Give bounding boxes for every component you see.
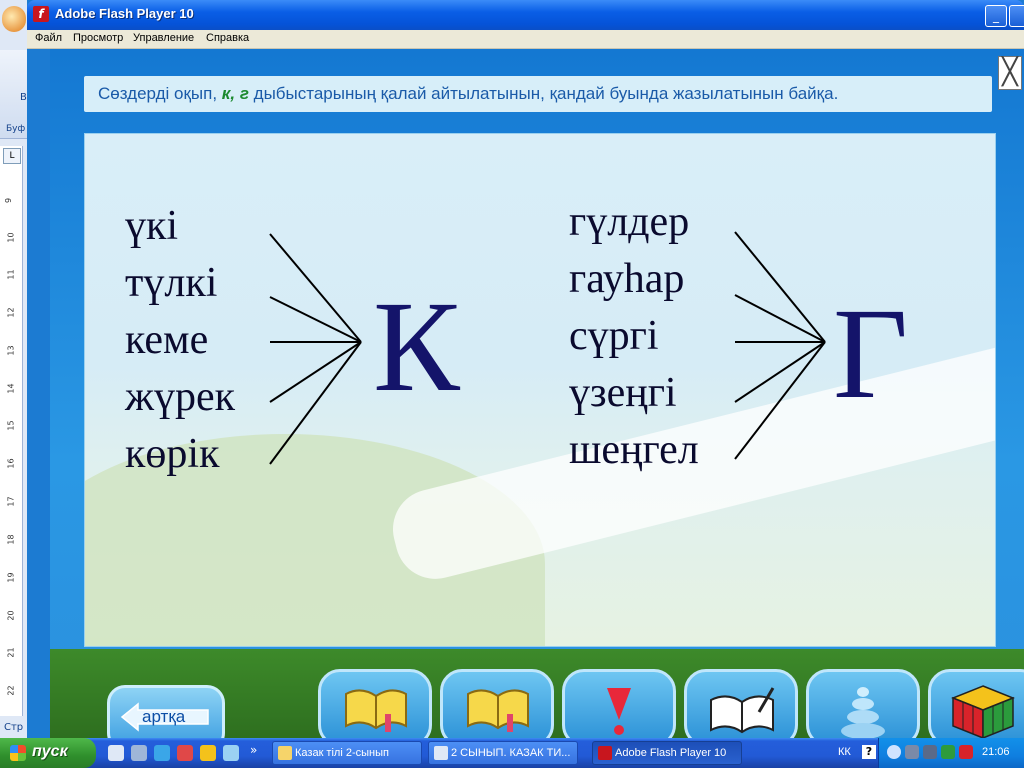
book-icon	[467, 689, 529, 732]
right-word: шеңгел	[569, 427, 699, 473]
menu-help[interactable]: Справка	[206, 32, 249, 44]
ruler-number: 10	[6, 232, 16, 243]
start-button[interactable]: пуск	[0, 738, 96, 768]
flash-stage: ╳ Сөздерді оқып, к, г дыбыстарының қалай…	[50, 49, 1024, 738]
tray-back-icon[interactable]	[887, 745, 901, 759]
quick-launch-icon[interactable]	[131, 745, 147, 761]
nav-button-book-2[interactable]	[440, 669, 554, 738]
volume-icon[interactable]	[923, 745, 937, 759]
ruler-number: 15	[6, 420, 16, 431]
window-title: Adobe Flash Player 10	[55, 6, 194, 21]
ruler-number: 18	[6, 534, 16, 545]
start-button-label: пуск	[32, 743, 68, 760]
word-panel: үкі түлкі кеме жүрек көрік К гүлдер гауһ…	[84, 133, 996, 647]
right-word: үзеңгі	[569, 370, 677, 416]
windows-logo-icon	[10, 745, 26, 761]
status-bar-text: Стр	[4, 722, 24, 733]
ruler-number: 17	[6, 496, 16, 507]
network-icon[interactable]	[905, 745, 919, 759]
nav-button-cube[interactable]	[928, 669, 1024, 738]
title-bar[interactable]: f Adobe Flash Player 10 _	[27, 0, 1024, 30]
media-player-icon[interactable]	[154, 745, 170, 761]
ruler-number: 11	[6, 269, 16, 280]
nav-button-pyramid[interactable]	[806, 669, 920, 738]
taskbar: пуск » Казак тілі 2-сынып 2 СЫНЫП. КАЗАК…	[0, 738, 1024, 768]
taskbar-item-label: 2 СЫНЫП. КАЗАК ТИ...	[451, 747, 571, 759]
instruction-text: Сөздерді оқып, к, г дыбыстарының қалай а…	[98, 84, 838, 104]
menu-file[interactable]: Файл	[35, 32, 62, 44]
browser-icon[interactable]	[177, 745, 193, 761]
right-big-letter: Г	[833, 282, 909, 426]
antivirus-icon[interactable]	[959, 745, 973, 759]
quick-launch-icon[interactable]	[223, 745, 239, 761]
nav-button-attention[interactable]	[562, 669, 676, 738]
left-big-letter: К	[373, 275, 460, 419]
tab-selector-icon[interactable]: L	[3, 148, 21, 164]
office-button-icon[interactable]	[2, 6, 26, 32]
flash-player-window: f Adobe Flash Player 10 _ Файл Просмотр …	[27, 0, 1024, 738]
book-icon	[345, 689, 407, 732]
instruction-suffix: дыбыстарының қалай айтылатынын, қандай б…	[248, 84, 839, 103]
exclamation-icon	[607, 688, 631, 735]
back-button[interactable]: артқа	[107, 685, 225, 738]
taskbar-item-word[interactable]: 2 СЫНЫП. КАЗАК ТИ...	[428, 741, 578, 765]
security-icon[interactable]	[941, 745, 955, 759]
flash-app-icon[interactable]: f	[33, 6, 49, 22]
menu-view[interactable]: Просмотр	[73, 32, 123, 44]
taskbar-item-folder[interactable]: Казак тілі 2-сынып	[272, 741, 422, 765]
ruler-number: 19	[6, 572, 16, 583]
show-desktop-icon[interactable]	[108, 745, 124, 761]
minimize-button[interactable]: _	[985, 5, 1007, 27]
clock: 21:06	[982, 746, 1010, 758]
right-word: гүлдер	[569, 199, 690, 245]
instruction-prefix: Сөздерді оқып,	[98, 84, 222, 103]
right-word: сүргі	[569, 313, 659, 359]
pyramid-icon	[841, 687, 885, 738]
taskbar-item-label: Adobe Flash Player 10	[615, 747, 727, 759]
nav-button-book-1[interactable]	[318, 669, 432, 738]
menu-control[interactable]: Управление	[133, 32, 194, 44]
help-icon[interactable]: ?	[862, 745, 876, 759]
right-word: гауһар	[569, 256, 685, 302]
rubik-cube-icon	[951, 685, 1015, 738]
ruler-number: 14	[6, 383, 16, 394]
quick-launch-more-icon[interactable]: »	[250, 743, 257, 757]
ruler-number: 20	[6, 610, 16, 621]
taskbar-item-label: Казак тілі 2-сынып	[295, 747, 389, 759]
ruler-number: 12	[6, 307, 16, 318]
maximize-button[interactable]	[1009, 5, 1024, 27]
language-indicator[interactable]: КК	[838, 746, 851, 758]
back-button-label: артқа	[142, 707, 186, 726]
ruler-number: 16	[6, 458, 16, 469]
ribbon-caption: Буф	[6, 124, 26, 134]
folder-icon	[278, 746, 292, 760]
ruler-number: 9	[4, 197, 14, 204]
flash-app-icon	[598, 746, 612, 760]
open-book-pen-icon	[710, 687, 775, 734]
quick-launch-icon[interactable]	[200, 745, 216, 761]
taskbar-item-flash[interactable]: Adobe Flash Player 10	[592, 741, 742, 765]
ribbon-letter: В	[20, 92, 27, 103]
menu-bar: Файл Просмотр Управление Справка	[27, 30, 1024, 49]
instruction-highlight: к, г	[221, 84, 249, 103]
word-document-icon	[434, 746, 448, 760]
instruction-banner: Сөздерді оқып, к, г дыбыстарының қалай а…	[84, 76, 992, 112]
ruler-number: 13	[6, 345, 16, 356]
close-lesson-button[interactable]: ╳	[998, 56, 1022, 90]
ruler-number: 22	[6, 685, 16, 696]
nav-button-writing[interactable]	[684, 669, 798, 738]
ruler-number: 21	[6, 647, 16, 658]
